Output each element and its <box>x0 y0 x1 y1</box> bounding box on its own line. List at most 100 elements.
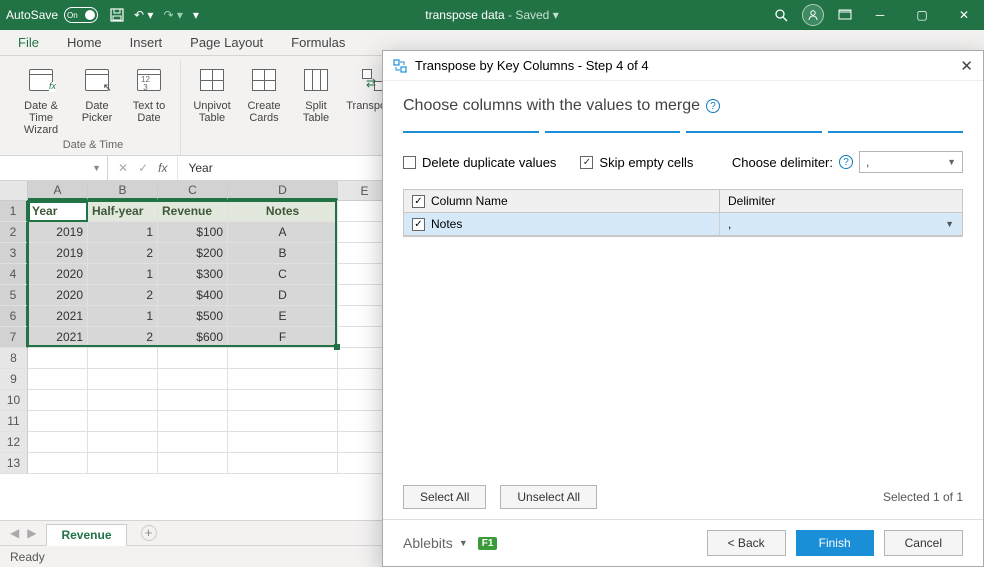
cell[interactable] <box>88 411 158 432</box>
column-header-name[interactable]: ✓ Column Name <box>404 190 720 212</box>
tab-home[interactable]: Home <box>67 35 102 50</box>
skip-empty-checkbox[interactable]: ✓ Skip empty cells <box>580 155 693 170</box>
cell[interactable]: $500 <box>158 306 228 327</box>
f1-help-button[interactable]: F1 <box>478 537 498 550</box>
cell[interactable]: Notes <box>228 201 338 222</box>
cell[interactable] <box>228 453 338 474</box>
row-header[interactable]: 1 <box>0 201 28 222</box>
back-button[interactable]: < Back <box>707 530 786 556</box>
maximize-button[interactable]: ▢ <box>908 8 936 22</box>
date-time-wizard-button[interactable]: fx Date & Time Wizard <box>12 60 70 136</box>
selection-handle[interactable] <box>334 344 340 350</box>
cell[interactable] <box>228 348 338 369</box>
minimize-button[interactable]: ─ <box>866 8 894 22</box>
cell[interactable]: 2019 <box>28 222 88 243</box>
cell[interactable] <box>28 432 88 453</box>
cell[interactable] <box>28 453 88 474</box>
unpivot-table-button[interactable]: Unpivot Table <box>187 60 237 124</box>
cancel-button[interactable]: Cancel <box>884 530 963 556</box>
redo-icon[interactable]: ↷ ▾ <box>163 8 182 22</box>
autosave-control[interactable]: AutoSave On <box>6 7 98 23</box>
cell[interactable] <box>28 369 88 390</box>
cell[interactable] <box>228 369 338 390</box>
create-cards-button[interactable]: Create Cards <box>239 60 289 124</box>
cell[interactable]: 1 <box>88 264 158 285</box>
delete-duplicates-checkbox[interactable]: Delete duplicate values <box>403 155 556 170</box>
row-delimiter-select[interactable]: , ▼ <box>720 213 962 235</box>
cell[interactable]: 2 <box>88 285 158 306</box>
tab-file[interactable]: File <box>18 35 39 50</box>
cell[interactable]: F <box>228 327 338 348</box>
row-header[interactable]: 2 <box>0 222 28 243</box>
cell[interactable] <box>28 348 88 369</box>
column-row-notes[interactable]: ✓ Notes , ▼ <box>404 213 962 236</box>
split-table-button[interactable]: Split Table <box>291 60 341 124</box>
row-header[interactable]: 8 <box>0 348 28 369</box>
cell[interactable]: 2021 <box>28 306 88 327</box>
cell[interactable]: 2019 <box>28 243 88 264</box>
cell[interactable] <box>158 411 228 432</box>
dialog-close-button[interactable]: ✕ <box>960 57 973 75</box>
row-header[interactable]: 12 <box>0 432 28 453</box>
cell[interactable]: E <box>228 306 338 327</box>
cell[interactable] <box>88 453 158 474</box>
save-icon[interactable] <box>110 8 124 22</box>
undo-icon[interactable]: ↶ ▾ <box>134 8 153 22</box>
cell[interactable]: 2 <box>88 243 158 264</box>
cell[interactable]: 2021 <box>28 327 88 348</box>
row-header[interactable]: 3 <box>0 243 28 264</box>
row-header[interactable]: 5 <box>0 285 28 306</box>
cell[interactable]: $400 <box>158 285 228 306</box>
cell[interactable] <box>88 390 158 411</box>
account-avatar[interactable] <box>802 4 824 26</box>
cell[interactable]: 1 <box>88 306 158 327</box>
search-icon[interactable] <box>774 8 788 22</box>
cell[interactable] <box>228 432 338 453</box>
row-header[interactable]: 13 <box>0 453 28 474</box>
sheet-nav-next-icon[interactable]: ▶ <box>27 526 36 540</box>
qat-overflow-icon[interactable]: ▾ <box>193 8 199 22</box>
cell[interactable] <box>158 432 228 453</box>
row-header[interactable]: 4 <box>0 264 28 285</box>
cell[interactable]: $300 <box>158 264 228 285</box>
cell[interactable]: A <box>228 222 338 243</box>
cell[interactable] <box>158 453 228 474</box>
sheet-tab-revenue[interactable]: Revenue <box>46 524 126 545</box>
cell[interactable]: C <box>228 264 338 285</box>
tab-formulas[interactable]: Formulas <box>291 35 345 50</box>
cell[interactable] <box>88 369 158 390</box>
add-sheet-button[interactable]: + <box>141 525 157 541</box>
cell[interactable]: 1 <box>88 222 158 243</box>
accept-formula-icon[interactable]: ✓ <box>138 161 148 175</box>
ribbon-display-icon[interactable] <box>838 9 852 21</box>
cell[interactable] <box>228 411 338 432</box>
cell[interactable] <box>28 390 88 411</box>
formula-input[interactable]: Year <box>178 161 222 175</box>
cell[interactable]: Year <box>28 201 88 222</box>
tab-insert[interactable]: Insert <box>130 35 163 50</box>
cell[interactable]: Revenue <box>158 201 228 222</box>
date-picker-button[interactable]: ↖ Date Picker <box>72 60 122 124</box>
cell[interactable]: $200 <box>158 243 228 264</box>
row-header[interactable]: 10 <box>0 390 28 411</box>
cell[interactable] <box>158 369 228 390</box>
text-to-date-button[interactable]: 123 Text to Date <box>124 60 174 124</box>
cell[interactable] <box>158 348 228 369</box>
column-header[interactable]: A <box>28 181 88 200</box>
unselect-all-button[interactable]: Unselect All <box>500 485 597 509</box>
row-header[interactable]: 11 <box>0 411 28 432</box>
cell[interactable]: $600 <box>158 327 228 348</box>
autosave-toggle[interactable]: On <box>64 7 98 23</box>
delimiter-select[interactable]: , ▼ <box>859 151 963 173</box>
help-icon[interactable]: ? <box>839 155 853 169</box>
cell[interactable]: 2020 <box>28 285 88 306</box>
sheet-nav-prev-icon[interactable]: ◀ <box>10 526 19 540</box>
brand-label[interactable]: Ablebits ▼ <box>403 535 468 551</box>
cell[interactable] <box>88 348 158 369</box>
cell[interactable]: 2 <box>88 327 158 348</box>
close-button[interactable]: ✕ <box>950 8 978 22</box>
fx-icon[interactable]: fx <box>158 161 167 175</box>
cell[interactable]: $100 <box>158 222 228 243</box>
column-header[interactable]: C <box>158 181 228 200</box>
select-all-cell[interactable] <box>0 181 28 200</box>
